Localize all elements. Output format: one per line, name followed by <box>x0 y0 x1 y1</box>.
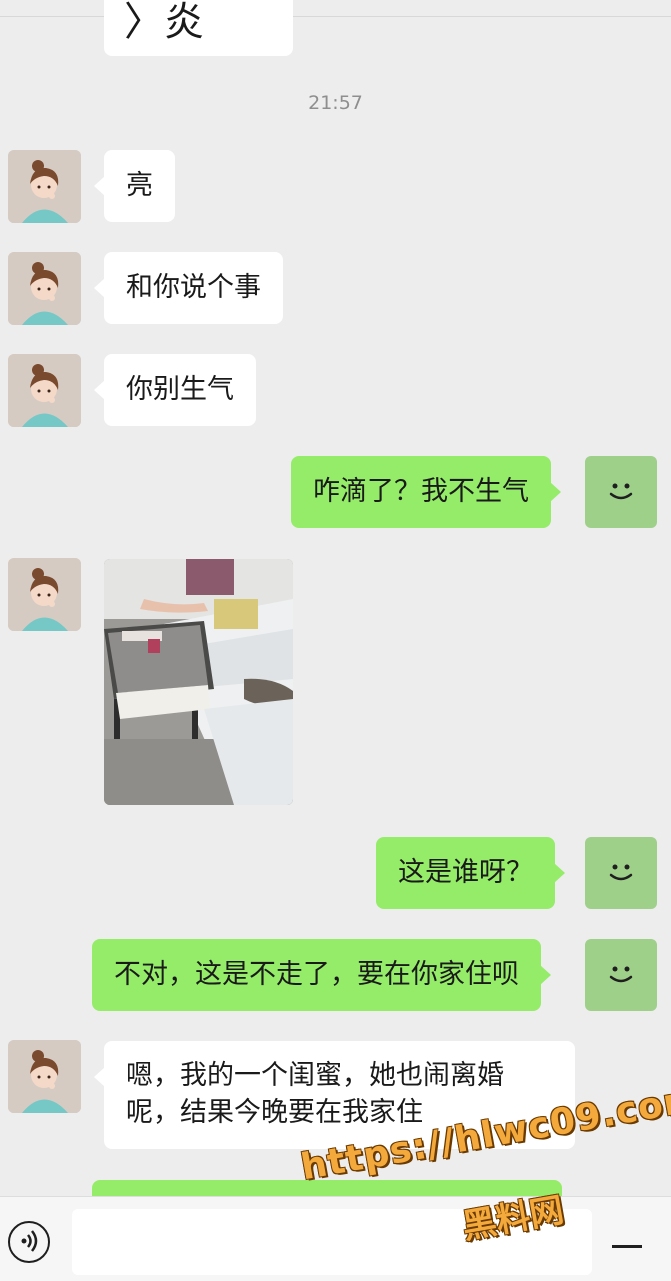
contact-avatar[interactable] <box>8 558 81 631</box>
contact-avatar[interactable] <box>8 150 81 223</box>
message-bubble-incoming[interactable]: 和你说个事 <box>94 252 283 324</box>
message-bubble-outgoing[interactable]: 咋滴了？我不生气 <box>291 456 561 528</box>
message-text: 咋滴了？我不生气 <box>313 476 529 507</box>
message-bubble-incoming[interactable]: 你别生气 <box>94 354 256 426</box>
smiley-face-icon <box>609 483 633 500</box>
previous-message-bubble[interactable]: 〉炎 <box>104 0 293 56</box>
previous-message-text: 〉炎 <box>124 0 204 45</box>
my-avatar[interactable] <box>585 456 657 528</box>
my-avatar[interactable] <box>585 939 657 1011</box>
message-bubble-outgoing[interactable]: 这是谁呀？ <box>376 837 565 909</box>
smiley-face-icon <box>609 864 633 881</box>
contact-avatar[interactable] <box>8 252 81 325</box>
voice-button[interactable] <box>8 1221 50 1263</box>
my-avatar[interactable] <box>585 837 657 909</box>
message-bubble-incoming[interactable]: 亮 <box>94 150 175 222</box>
top-divider <box>0 16 671 17</box>
message-text: 亮 <box>126 170 153 201</box>
chat-timestamp: 21:57 <box>308 92 363 114</box>
contact-avatar[interactable] <box>8 1040 81 1113</box>
message-text: 和你说个事 <box>126 272 261 303</box>
message-text: 你别生气 <box>126 374 234 405</box>
shared-photo[interactable] <box>104 559 293 805</box>
more-icon[interactable] <box>612 1245 642 1248</box>
message-text: 不对，这是不走了，要在你家住呗 <box>114 959 519 990</box>
smiley-face-icon <box>609 966 633 983</box>
message-text: 这是谁呀？ <box>398 857 533 888</box>
message-text: 嗯，我的一个闺蜜，她也闹离婚呢，结果今晚要在我家住 <box>126 1060 504 1128</box>
message-bubble-outgoing[interactable]: 不对，这是不走了，要在你家住呗 <box>92 939 551 1011</box>
contact-avatar[interactable] <box>8 354 81 427</box>
voice-icon <box>21 1230 38 1252</box>
chat-input-bar <box>0 1196 671 1281</box>
